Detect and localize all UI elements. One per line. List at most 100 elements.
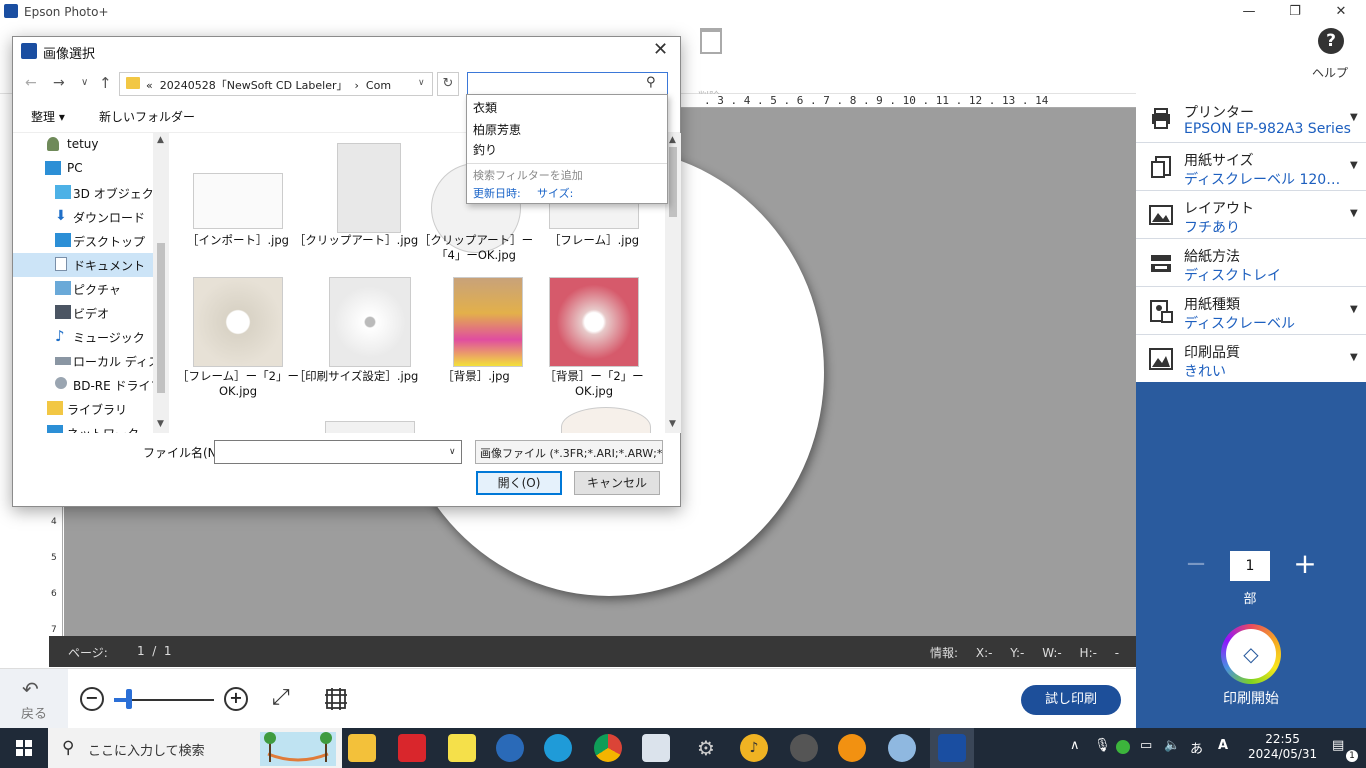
file-explorer-icon[interactable] [348, 734, 376, 762]
edge-browser-icon[interactable] [544, 734, 572, 762]
forward-arrow-icon[interactable]: → [53, 75, 65, 91]
setting-layout[interactable]: レイアウト フチあり ▼ [1136, 192, 1366, 239]
chrome-browser-icon[interactable] [594, 734, 622, 762]
new-folder-button[interactable]: 新しいフォルダー [99, 108, 195, 125]
start-button[interactable] [0, 728, 48, 768]
ime-icon[interactable]: A [1218, 738, 1228, 753]
nav-item-library[interactable]: ライブラリ [13, 397, 153, 421]
nav-item-network[interactable]: ネットワーク [13, 421, 153, 433]
windows-logo-icon [16, 740, 32, 756]
decrease-copies-button[interactable]: − [1184, 551, 1208, 577]
app-yellow-icon[interactable] [448, 734, 476, 762]
setting-paper-size[interactable]: 用紙サイズ ディスクレーベル 120… ▼ [1136, 144, 1366, 191]
minimize-button[interactable]: — [1226, 0, 1272, 24]
scroll-up-icon[interactable]: ▲ [669, 135, 676, 145]
nav-item-3d-objects[interactable]: 3D オブジェクト [13, 181, 166, 205]
setting-value: フチあり [1184, 220, 1240, 236]
ime-mode[interactable]: あ [1190, 738, 1203, 757]
trash-icon[interactable] [700, 28, 722, 54]
filetype-select[interactable]: 画像ファイル (*.3FR;*.ARI;*.ARW;* [475, 440, 663, 464]
suggestion-item[interactable]: 釣り [473, 141, 497, 158]
nav-item-pc[interactable]: PC [13, 157, 153, 181]
setting-printer[interactable]: プリンター EPSON EP-982A3 Series ▼ [1136, 96, 1366, 143]
zoom-out-icon[interactable]: − [80, 687, 104, 711]
file-item[interactable]: ［クリップアート］.jpg [291, 143, 418, 273]
file-item[interactable]: ［背景］.jpg [411, 277, 523, 407]
epson-photo-taskbar-button[interactable] [930, 728, 974, 768]
recent-locations-chevron-icon[interactable]: ∨ [81, 77, 88, 88]
settings-gear-icon[interactable]: ⚙ [692, 734, 720, 762]
filename-input[interactable]: ∨ [214, 440, 462, 464]
nav-item-downloads[interactable]: ⬇ ダウンロード [13, 205, 153, 229]
chevron-down-icon[interactable]: ∨ [449, 447, 456, 457]
nav-item-documents[interactable]: ドキュメント [13, 253, 153, 277]
increase-copies-button[interactable]: + [1293, 550, 1317, 578]
nav-item-videos[interactable]: ビデオ [13, 301, 153, 325]
app-orange-icon[interactable] [838, 734, 866, 762]
zoom-in-icon[interactable]: + [224, 687, 248, 711]
address-dropdown-icon[interactable]: ∨ [418, 78, 425, 88]
microphone-icon[interactable]: 🎙 [1094, 738, 1111, 753]
setting-paper-feed[interactable]: 給紙方法 ディスクトレイ [1136, 240, 1366, 287]
bd-drive-icon [55, 377, 67, 389]
scroll-down-icon[interactable]: ▼ [157, 419, 164, 429]
back-arrow-icon[interactable]: ← [25, 75, 37, 91]
volume-icon[interactable]: 🔈 [1164, 738, 1180, 753]
open-button[interactable]: 開く(O) [476, 471, 562, 495]
close-button[interactable]: ✕ [1318, 0, 1364, 24]
filter-size-link[interactable]: サイズ: [537, 185, 573, 201]
setting-paper-type[interactable]: 用紙種類 ディスクレーベル ▼ [1136, 288, 1366, 335]
notification-icon[interactable]: ▤ [1332, 738, 1344, 753]
file-item[interactable]: ［背景］ー「2」ーOK.jpg [529, 277, 644, 407]
disc-app-icon[interactable] [888, 734, 916, 762]
dialog-close-button[interactable]: ✕ [653, 39, 668, 60]
address-bar[interactable]: « 20240528「NewSoft CD Labeler」 › Com ∨ [119, 72, 433, 96]
file-item[interactable]: ［インポート］.jpg [173, 143, 289, 273]
taskbar-search[interactable]: ⚲ ここに入力して検索 [48, 728, 342, 768]
app-dark-icon[interactable] [790, 734, 818, 762]
scroll-up-icon[interactable]: ▲ [157, 135, 164, 145]
scroll-down-icon[interactable]: ▼ [669, 419, 676, 429]
copies-input[interactable]: 1 [1230, 551, 1270, 581]
nav-item-music[interactable]: ♪ ミュージック [13, 325, 153, 349]
file-thumbnail[interactable] [561, 407, 651, 433]
sync-ok-icon[interactable] [1116, 740, 1130, 754]
file-thumbnail[interactable] [325, 421, 415, 433]
nav-item-bd-drive[interactable]: BD-RE ドライブ ( [13, 373, 169, 397]
zoom-slider-thumb[interactable] [126, 689, 132, 709]
print-start-button[interactable]: ◇ [1221, 624, 1281, 684]
chevron-up-icon[interactable]: ∧ [1070, 738, 1080, 753]
file-item[interactable]: ［フレーム］ー「2」ーOK.jpg [173, 277, 299, 407]
nav-item-user[interactable]: tetuy [13, 133, 153, 157]
clock[interactable]: 22:55 2024/05/31 [1248, 732, 1317, 762]
setting-print-quality[interactable]: 印刷品質 きれい ▼ [1136, 336, 1366, 383]
scrollbar-thumb[interactable] [157, 243, 165, 393]
folder-search-input[interactable]: ⚲ [467, 72, 668, 96]
up-arrow-icon[interactable]: ↑ [99, 74, 112, 92]
file-item[interactable]: ［印刷サイズ設定］.jpg [291, 277, 418, 407]
suggestion-item[interactable]: 衣類 [473, 99, 497, 116]
nav-item-desktop[interactable]: デスクトップ [13, 229, 153, 253]
restore-button[interactable]: ❐ [1272, 0, 1318, 24]
mail-icon[interactable] [496, 734, 524, 762]
suggestion-item[interactable]: 柏原芳恵 [473, 121, 521, 138]
nav-pane-scrollbar[interactable]: ▲ ▼ [153, 133, 169, 433]
grid-icon[interactable] [324, 687, 348, 711]
back-button[interactable]: ↶ 戻る [0, 669, 68, 729]
app-red-icon[interactable] [398, 734, 426, 762]
test-print-button[interactable]: 試し印刷 [1021, 685, 1121, 715]
nav-item-pictures[interactable]: ピクチャ [13, 277, 153, 301]
filter-date-link[interactable]: 更新日時: [473, 185, 521, 201]
organize-menu[interactable]: 整理 ▾ [31, 108, 65, 125]
help-button[interactable]: ? ヘルプ [1288, 28, 1366, 88]
nav-item-local-disk[interactable]: ローカル ディスク ( [13, 349, 169, 373]
address-path[interactable]: « 20240528「NewSoft CD Labeler」 › Com [146, 77, 391, 93]
setting-title: 印刷品質 [1184, 345, 1240, 361]
refresh-icon[interactable]: ↻ [437, 72, 459, 96]
cancel-button[interactable]: キャンセル [574, 471, 660, 495]
music-app-icon[interactable]: ♪ [740, 734, 768, 762]
photos-app-icon[interactable] [642, 734, 670, 762]
network-icon[interactable]: ▭ [1140, 738, 1152, 753]
fit-to-screen-icon[interactable]: ⤢ [272, 685, 290, 710]
scrollbar-thumb[interactable] [669, 147, 677, 217]
